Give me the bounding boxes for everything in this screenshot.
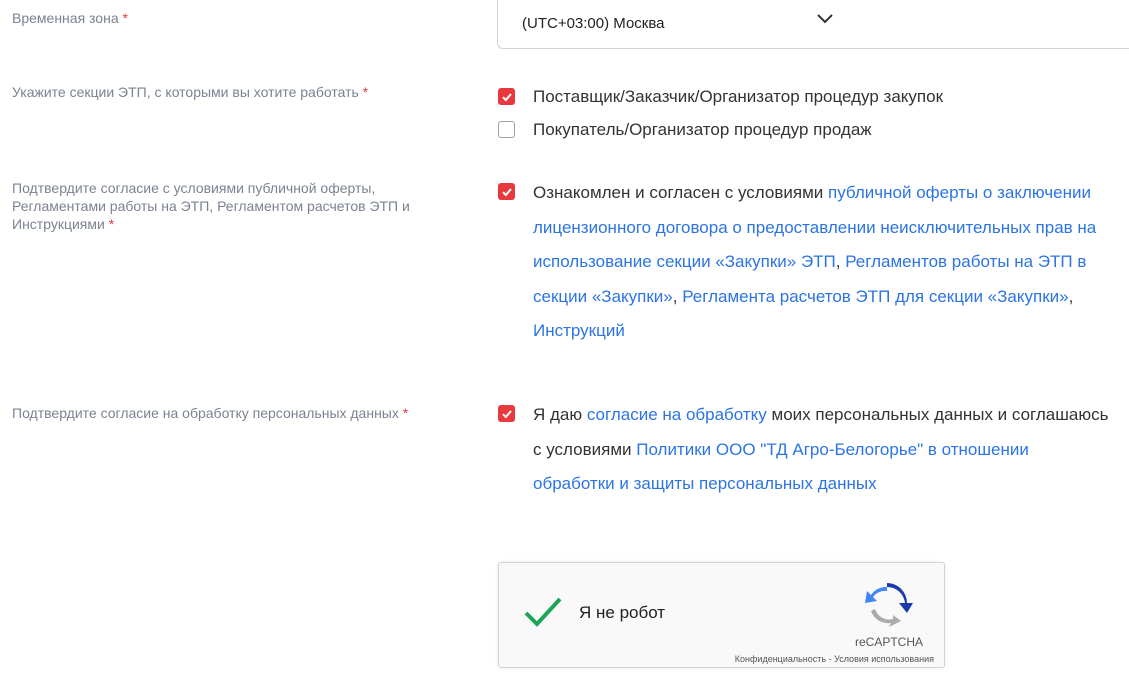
sections-label: Укажите секции ЭТП, с которыми вы хотите… (12, 84, 369, 100)
option-label: Поставщик/Заказчик/Организатор процедур … (533, 87, 944, 106)
required-mark: * (362, 84, 369, 100)
check-icon (501, 409, 512, 418)
checkmark-icon[interactable] (523, 596, 563, 628)
option-label: Покупатель/Организатор процедур продаж (533, 120, 872, 139)
offer-text: Ознакомлен и согласен с условиями публич… (533, 183, 1097, 340)
recaptcha-label: Я не робот (579, 603, 666, 622)
check-icon (501, 92, 512, 101)
timezone-label: Временная зона * (12, 10, 128, 26)
personal-data-label: Подтвердите согласие на обработку персон… (12, 405, 409, 421)
chevron-down-icon[interactable] (816, 12, 834, 26)
check-icon (501, 187, 512, 196)
required-mark: * (122, 10, 128, 26)
checkbox-checked[interactable] (498, 88, 515, 105)
checkbox-unchecked[interactable] (498, 121, 515, 138)
section-option-purchases[interactable]: Поставщик/Заказчик/Организатор процедур … (498, 81, 1113, 112)
recaptcha-links: Конфиденциальность - Условия использован… (734, 654, 934, 664)
recaptcha-logo-icon (865, 583, 913, 627)
privacy-link[interactable]: Конфиденциальность (735, 654, 826, 664)
checkbox-checked[interactable] (498, 183, 515, 200)
offer-consent[interactable]: Ознакомлен и согласен с условиями публич… (498, 176, 1108, 349)
required-mark: * (402, 405, 409, 421)
section-option-sales[interactable]: Покупатель/Организатор процедур продаж (498, 114, 1113, 145)
timezone-select[interactable]: (UTC+03:00) Москва (497, 0, 1129, 49)
recaptcha-widget: Я не робот reCAPTCHA Конфиденциальность … (498, 562, 945, 668)
offer-label: Подтвердите согласие с условиями публичн… (12, 180, 410, 232)
settlement-regulations-link[interactable]: Регламента расчетов ЭТП для секции «Заку… (682, 287, 1068, 306)
recaptcha-brand: reCAPTCHA (854, 635, 923, 649)
required-mark: * (108, 216, 115, 232)
instructions-link[interactable]: Инструкций (533, 321, 625, 340)
checkbox-checked[interactable] (498, 405, 515, 422)
terms-link[interactable]: Условия использования (834, 654, 934, 664)
personal-data-consent[interactable]: Я даю согласие на обработку моих персона… (498, 398, 1113, 502)
timezone-value: (UTC+03:00) Москва (522, 14, 665, 32)
personal-data-text: Я даю согласие на обработку моих персона… (533, 405, 1109, 493)
consent-processing-link[interactable]: согласие на обработку (587, 405, 767, 424)
